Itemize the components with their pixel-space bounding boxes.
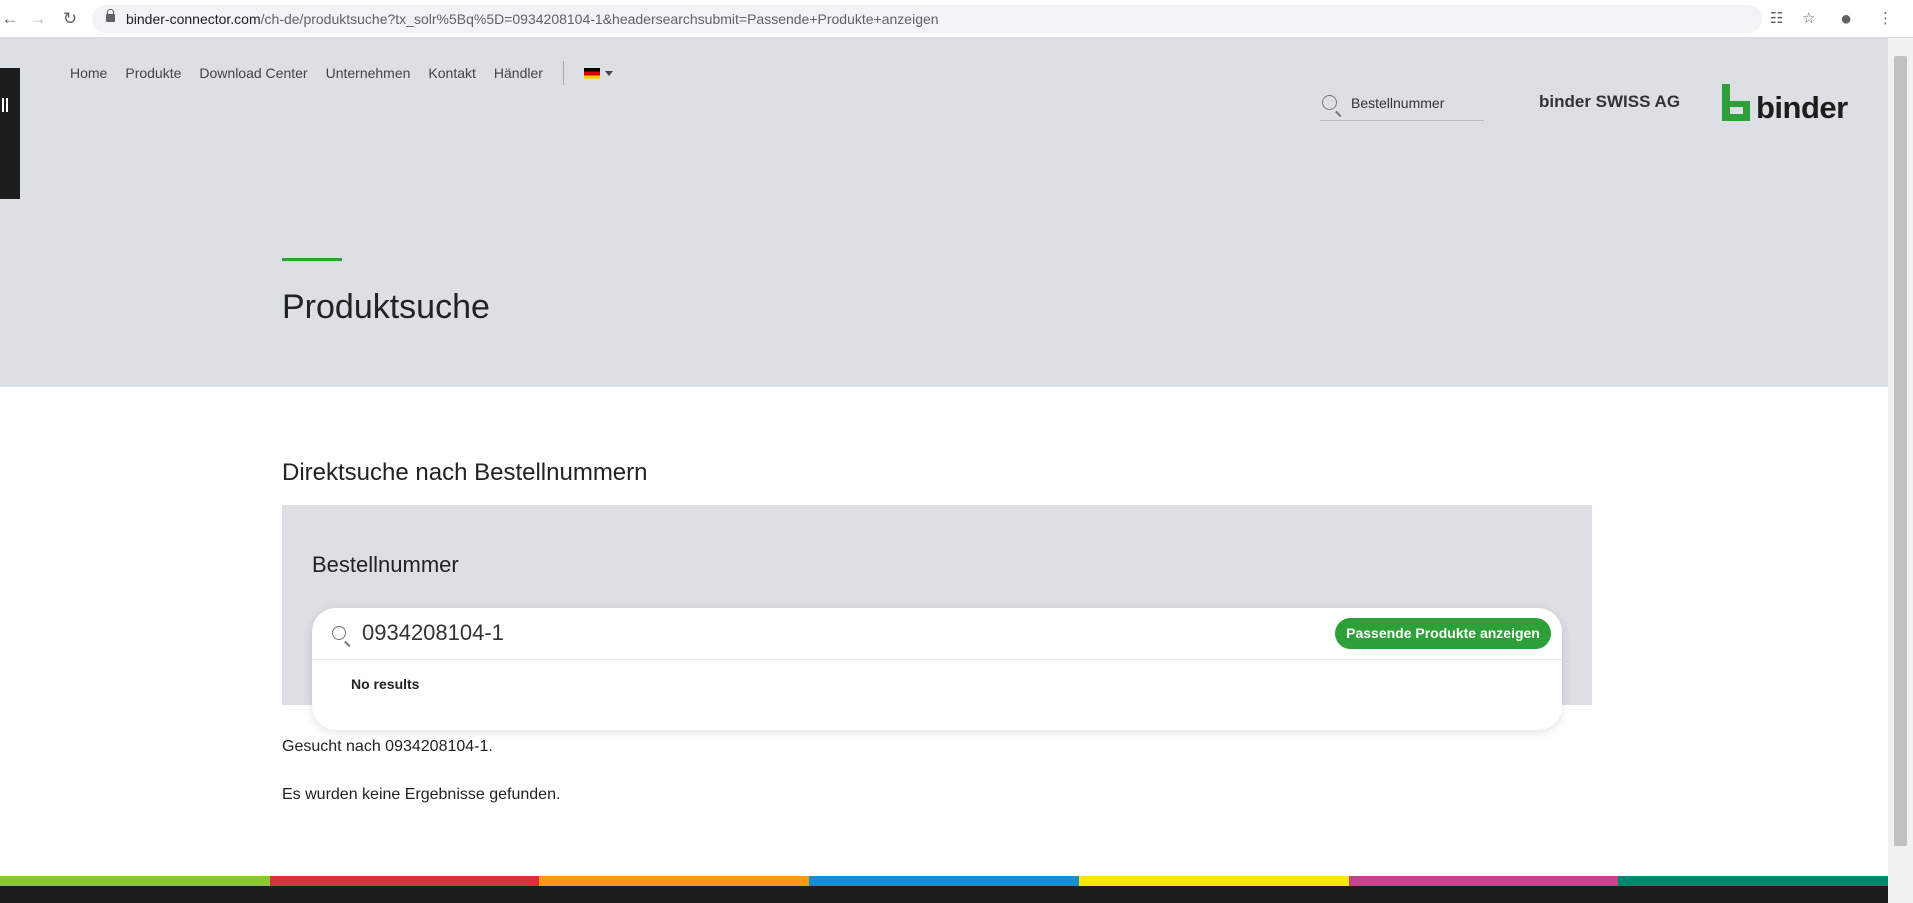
- menu-icon[interactable]: ⋮: [1878, 9, 1893, 29]
- url-text: binder-connector.com/ch-de/produktsuche?…: [126, 11, 939, 27]
- binder-logo-text: binder: [1756, 90, 1848, 125]
- footer: [0, 886, 1888, 903]
- star-icon[interactable]: ☆: [1802, 9, 1815, 29]
- search-label: Bestellnummer: [312, 552, 459, 577]
- nav-produkte[interactable]: Produkte: [125, 65, 181, 81]
- header-search-placeholder: Bestellnummer: [1351, 95, 1445, 111]
- german-flag-icon: [583, 67, 600, 79]
- translate-icon[interactable]: ☷: [1770, 9, 1783, 29]
- search-icon: [332, 626, 346, 640]
- side-tab[interactable]: [0, 68, 20, 199]
- binder-logo-mark: [1722, 84, 1750, 121]
- browser-toolbar: ← → ↻ binder-connector.com/ch-de/produkt…: [0, 0, 1913, 38]
- band-segment: [0, 876, 270, 886]
- language-selector[interactable]: [583, 67, 613, 79]
- search-dropdown: 0934208104-1 Passende Produkte anzeigen …: [312, 608, 1562, 730]
- back-icon[interactable]: ←: [0, 9, 20, 29]
- title-accent-line: [282, 258, 342, 261]
- band-segment: [539, 876, 810, 886]
- nav-download-center[interactable]: Download Center: [199, 65, 307, 81]
- main-nav: Home Produkte Download Center Unternehme…: [70, 58, 613, 88]
- page-title: Produktsuche: [282, 288, 490, 326]
- section-title: Direktsuche nach Bestellnummern: [282, 459, 648, 486]
- nav-kontakt[interactable]: Kontakt: [428, 65, 475, 81]
- no-results-text: Es wurden keine Ergebnisse gefunden.: [282, 786, 561, 803]
- address-bar[interactable]: binder-connector.com/ch-de/produktsuche?…: [92, 5, 1762, 33]
- band-segment: [1618, 876, 1889, 886]
- band-segment: [1078, 876, 1349, 886]
- forward-icon[interactable]: →: [28, 9, 48, 29]
- search-input-row: 0934208104-1 Passende Produkte anzeigen: [312, 608, 1562, 660]
- page-scrollbar[interactable]: [1888, 38, 1913, 903]
- profile-icon[interactable]: ●: [1840, 9, 1852, 29]
- company-name: binder SWISS AG: [1539, 92, 1681, 111]
- lock-icon: [106, 9, 115, 22]
- order-number-input[interactable]: 0934208104-1: [362, 620, 504, 646]
- band-segment: [1348, 876, 1619, 886]
- nav-unternehmen[interactable]: Unternehmen: [326, 65, 411, 81]
- page-header: [0, 38, 1888, 387]
- show-products-button[interactable]: Passende Produkte anzeigen: [1335, 618, 1551, 649]
- reload-icon[interactable]: ↻: [60, 9, 80, 29]
- searched-for-text: Gesucht nach 0934208104-1.: [282, 738, 493, 755]
- band-segment: [809, 876, 1079, 886]
- nav-divider: [562, 61, 564, 85]
- band-segment: [269, 876, 540, 886]
- nav-haendler[interactable]: Händler: [494, 65, 543, 81]
- caret-down-icon: [604, 70, 613, 76]
- nav-home[interactable]: Home: [70, 65, 107, 81]
- binder-logo[interactable]: binder: [1722, 84, 1848, 125]
- scroll-thumb[interactable]: [1894, 56, 1907, 846]
- footer-color-band: [0, 876, 1889, 886]
- search-icon: [1322, 95, 1337, 110]
- header-search-input[interactable]: Bestellnummer: [1320, 90, 1484, 121]
- no-results-message: No results: [351, 676, 420, 692]
